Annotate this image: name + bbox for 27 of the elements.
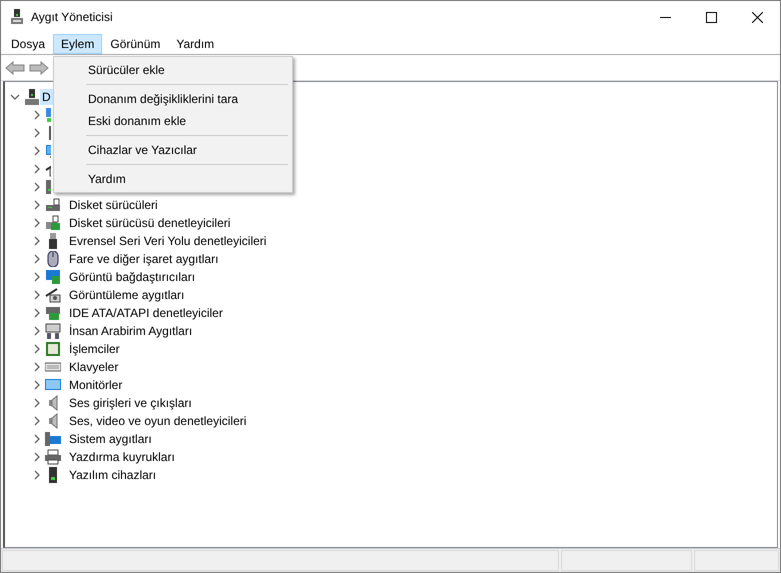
tree-item[interactable]: IDE ATA/ATAPI denetleyiciler (67, 305, 225, 321)
tree-item[interactable]: Evrensel Seri Veri Yolu denetleyicileri (67, 233, 268, 249)
menu-option[interactable]: Yardım (56, 168, 290, 190)
tree-item[interactable]: Görüntüleme aygıtları (67, 287, 186, 303)
menu-item[interactable]: Görünüm (102, 34, 168, 54)
tree-item[interactable]: D (40, 89, 53, 105)
menu-option[interactable]: Eski donanım ekle (56, 110, 290, 132)
tree-item[interactable]: Disket sürücüleri (67, 197, 160, 213)
tree-item[interactable]: Ses girişleri ve çıkışları (67, 395, 194, 411)
tree-item[interactable]: Fare ve diğer işaret aygıtları (67, 251, 220, 267)
tree-item[interactable]: Sistem aygıtları (67, 431, 154, 447)
tree-item[interactable]: Yazılım cihazları (67, 467, 158, 483)
tree-item[interactable]: Ses, video ve oyun denetleyicileri (67, 413, 248, 429)
tree-item[interactable]: Disket sürücüsü denetleyicileri (67, 215, 232, 231)
tree-item[interactable]: Monitörler (67, 377, 124, 393)
menu-item[interactable]: Eylem (53, 34, 102, 54)
tree-item[interactable]: Görüntü bağdaştırıcıları (67, 269, 198, 285)
window-title: Aygıt Yöneticisi (31, 9, 113, 26)
menu-item[interactable]: Yardım (168, 34, 222, 54)
menu-option[interactable]: Donanım değişikliklerini tara (56, 88, 290, 110)
menu-option[interactable]: Sürücüler ekle (56, 59, 290, 81)
menu-item[interactable]: Dosya (3, 34, 54, 54)
tree-item[interactable]: İşlemciler (67, 341, 122, 357)
tree-item[interactable]: Klavyeler (67, 359, 120, 375)
menu-option[interactable]: Cihazlar ve Yazıcılar (56, 139, 290, 161)
tree-item[interactable]: Yazdırma kuyrukları (67, 449, 177, 465)
tree-item[interactable]: İnsan Arabirim Aygıtları (67, 323, 194, 339)
